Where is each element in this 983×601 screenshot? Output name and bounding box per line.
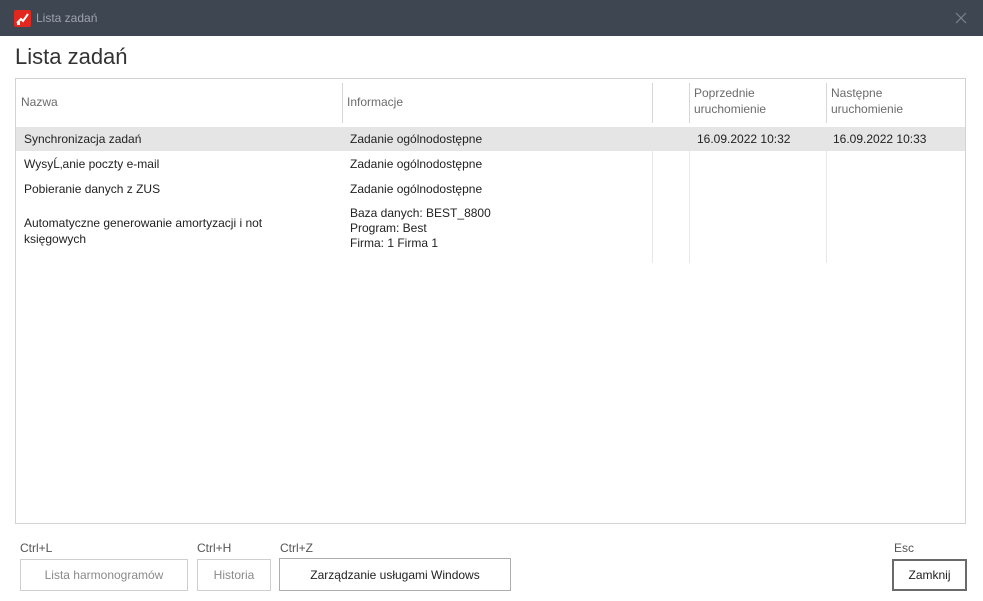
app-logo-icon (14, 10, 31, 27)
page-title: Lista zadań (15, 44, 128, 69)
task-name: księgowych (24, 232, 87, 246)
column-divider (652, 151, 653, 263)
shortcut-schedules: Ctrl+L (20, 541, 53, 555)
task-name: Automatyczne generowanie amortyzacji i n… (24, 216, 263, 230)
window-title: Lista zadań (36, 11, 98, 25)
table-row-selected[interactable]: Synchronizacja zadań Zadanie ogólnodostę… (16, 127, 965, 151)
windows-services-button[interactable]: Zarządzanie usługami Windows (279, 558, 511, 591)
history-button[interactable]: Historia (197, 559, 271, 591)
task-prev-run: 16.09.2022 10:32 (697, 132, 791, 146)
column-header-info[interactable]: Informacje (343, 79, 653, 125)
column-header-next-run[interactable]: Następne uruchomienie (827, 79, 965, 125)
task-name: Pobieranie danych z ZUS (24, 182, 161, 196)
close-button[interactable]: Zamknij (892, 559, 967, 591)
task-info: Program: Best (350, 221, 427, 235)
window-titlebar: Lista zadań (0, 0, 983, 36)
close-icon (955, 12, 967, 24)
task-info: Zadanie ogólnodostępne (350, 157, 483, 171)
task-info: Baza danych: BEST_8800 (350, 206, 491, 220)
task-name: WysyĹ‚anie poczty e-mail (24, 157, 160, 171)
task-next-run: 16.09.2022 10:33 (833, 132, 927, 146)
schedules-list-button[interactable]: Lista harmonogramów (20, 559, 188, 591)
header-divider (342, 83, 343, 123)
shortcut-services: Ctrl+Z (280, 541, 313, 555)
column-header-name[interactable]: Nazwa (16, 79, 343, 125)
shortcut-close: Esc (894, 541, 915, 555)
table-row[interactable]: WysyĹ‚anie poczty e-mail Zadanie ogólnod… (16, 151, 965, 176)
table-row[interactable]: Automatyczne generowanie amortyzacji i n… (16, 201, 965, 263)
column-divider (826, 151, 827, 263)
column-divider (689, 151, 690, 263)
header-divider (689, 83, 690, 123)
shortcut-history: Ctrl+H (197, 541, 232, 555)
task-grid[interactable]: Nazwa Informacje Poprzednie uruchomienie… (15, 78, 966, 524)
table-row[interactable]: Pobieranie danych z ZUS Zadanie ogólnodo… (16, 176, 965, 201)
task-info: Zadanie ogólnodostępne (350, 132, 483, 146)
task-name: Synchronizacja zadań (24, 132, 142, 146)
task-info: Firma: 1 Firma 1 (350, 236, 439, 250)
task-info: Zadanie ogólnodostępne (350, 182, 483, 196)
header-divider (652, 83, 653, 123)
window-close-button[interactable] (939, 0, 983, 36)
header-divider (826, 83, 827, 123)
column-header-prev-run[interactable]: Poprzednie uruchomienie (690, 79, 827, 125)
